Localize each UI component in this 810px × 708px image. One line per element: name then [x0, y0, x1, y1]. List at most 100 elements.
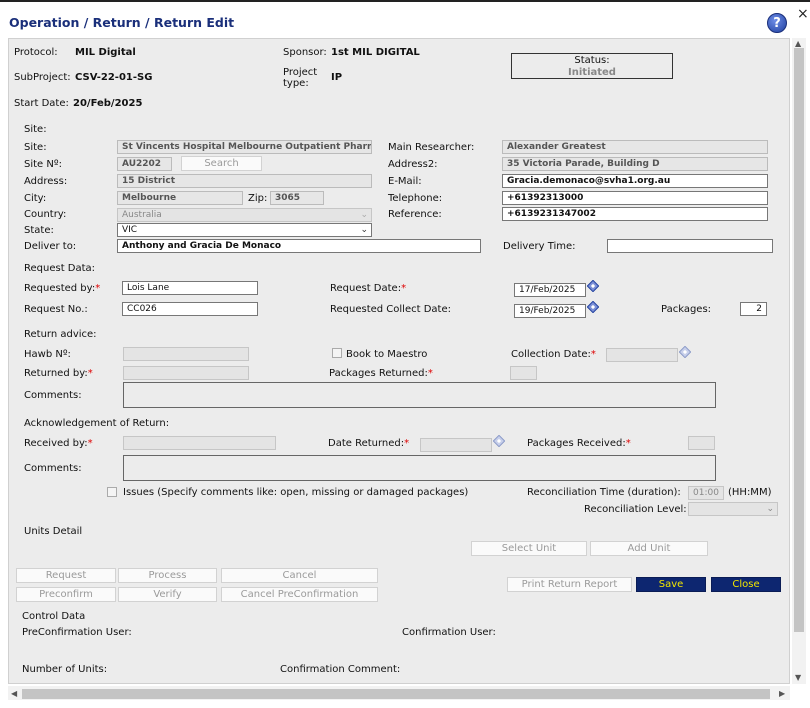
preconfirmation-user-label: PreConfirmation User: — [22, 627, 132, 638]
print-return-report-button[interactable]: Print Return Report — [507, 577, 632, 592]
vertical-scrollbar-thumb[interactable] — [794, 48, 804, 632]
email-input[interactable]: Gracia.demonaco@svha1.org.au — [502, 174, 768, 188]
calendar-icon[interactable] — [493, 435, 505, 447]
requested-by-label: Requested by: — [24, 283, 100, 294]
deliver-to-label: Deliver to: — [24, 241, 77, 252]
packages-returned-input[interactable] — [510, 366, 537, 380]
collect-date-label: Requested Collect Date: — [330, 304, 451, 315]
telephone-input[interactable]: +61392313000 — [502, 191, 768, 205]
book-to-maestro-label: Book to Maestro — [346, 349, 428, 360]
cancel-button[interactable]: Cancel — [221, 568, 378, 583]
scroll-up-icon[interactable]: ▲ — [795, 39, 801, 48]
telephone-label: Telephone: — [388, 193, 443, 204]
close-icon[interactable]: × — [797, 6, 809, 22]
cancel-preconfirmation-button[interactable]: Cancel PreConfirmation — [221, 587, 378, 602]
sponsor-value: 1st MIL DIGITAL — [331, 47, 420, 58]
collect-date-input[interactable]: 19/Feb/2025 — [514, 304, 586, 318]
help-icon[interactable]: ? — [767, 13, 787, 33]
return-comments-textarea[interactable] — [123, 382, 716, 408]
chevron-down-icon: ⌄ — [360, 210, 368, 220]
zip-field: 3065 — [270, 191, 324, 205]
scroll-down-icon[interactable]: ▼ — [795, 673, 801, 682]
calendar-icon[interactable] — [587, 301, 599, 313]
zip-label: Zip: — [248, 193, 268, 204]
request-no-input[interactable]: CC026 — [122, 302, 258, 316]
save-button[interactable]: Save — [636, 577, 706, 592]
hawb-input[interactable] — [123, 347, 249, 361]
delivery-time-label: Delivery Time: — [503, 241, 576, 252]
delivery-time-input[interactable] — [607, 239, 773, 253]
subproject-label: SubProject: — [14, 72, 71, 83]
packages-returned-label: Packages Returned: — [329, 368, 433, 379]
state-value: VIC — [122, 225, 138, 235]
calendar-icon[interactable] — [587, 280, 599, 292]
request-date-label: Request Date: — [330, 283, 406, 294]
chevron-down-icon: ⌄ — [360, 225, 368, 235]
collection-date-input[interactable] — [606, 348, 678, 362]
preconfirm-button[interactable]: Preconfirm — [16, 587, 116, 602]
request-button[interactable]: Request — [16, 568, 116, 583]
process-button[interactable]: Process — [118, 568, 217, 583]
email-label: E-Mail: — [388, 176, 422, 187]
select-unit-button[interactable]: Select Unit — [471, 541, 587, 556]
packages-label: Packages: — [661, 304, 712, 315]
site-section-label: Site: — [24, 124, 47, 135]
received-by-label: Received by: — [24, 438, 93, 449]
returned-by-input[interactable] — [123, 366, 249, 380]
requested-by-input[interactable]: Lois Lane — [122, 281, 258, 295]
calendar-icon[interactable] — [679, 346, 691, 358]
collection-date-label: Collection Date: — [511, 349, 596, 360]
start-date-value: 20/Feb/2025 — [73, 98, 143, 109]
chevron-down-icon: ⌄ — [766, 504, 774, 514]
state-select[interactable]: VIC ⌄ — [117, 223, 372, 237]
recon-time-input[interactable]: 01:00 — [688, 486, 724, 500]
reference-label: Reference: — [388, 209, 442, 220]
country-value: Australia — [122, 210, 162, 220]
recon-time-unit: (HH:MM) — [728, 487, 772, 498]
project-type-value: IP — [331, 72, 343, 83]
deliver-to-input[interactable]: Anthony and Gracia De Monaco — [117, 239, 481, 253]
packages-received-label: Packages Received: — [527, 438, 631, 449]
hawb-label: Hawb Nº: — [24, 349, 71, 360]
control-section-label: Control Data — [22, 611, 86, 622]
received-by-input[interactable] — [123, 436, 276, 450]
ack-comments-label: Comments: — [24, 463, 82, 474]
horizontal-scrollbar-thumb[interactable] — [22, 689, 770, 699]
site-label: Site: — [24, 142, 47, 153]
site-no-field: AU2202 — [117, 157, 172, 171]
return-advice-section-label: Return advice: — [24, 329, 97, 340]
request-date-input[interactable]: 17/Feb/2025 — [514, 283, 586, 297]
scroll-right-icon[interactable]: ▶ — [779, 689, 785, 698]
address2-field: 35 Victoria Parade, Building D — [502, 157, 768, 171]
recon-level-label: Reconciliation Level: — [584, 504, 687, 515]
window-title: Operation / Return / Return Edit — [9, 15, 235, 30]
address2-label: Address2: — [388, 159, 438, 170]
address-field: 15 District — [117, 174, 372, 188]
ack-comments-textarea[interactable] — [123, 455, 716, 481]
packages-received-input[interactable] — [688, 436, 715, 450]
state-label: State: — [24, 225, 54, 236]
issues-label: Issues (Specify comments like: open, mis… — [123, 487, 469, 498]
protocol-value: MIL Digital — [75, 47, 136, 58]
date-returned-input[interactable] — [420, 438, 492, 452]
search-button[interactable]: Search — [181, 156, 262, 171]
scroll-left-icon[interactable]: ◀ — [11, 689, 17, 698]
packages-input[interactable]: 2 — [740, 302, 767, 316]
country-label: Country: — [24, 209, 67, 220]
number-of-units-label: Number of Units: — [22, 664, 108, 675]
project-type-label-line2: type: — [283, 78, 309, 89]
book-to-maestro-checkbox[interactable] — [332, 348, 342, 358]
units-section-label: Units Detail — [24, 526, 83, 537]
reference-input[interactable]: +6139231347002 — [502, 207, 768, 221]
return-comments-label: Comments: — [24, 390, 82, 401]
add-unit-button[interactable]: Add Unit — [590, 541, 708, 556]
close-button[interactable]: Close — [711, 577, 781, 592]
site-no-label: Site Nº: — [24, 159, 62, 170]
address-label: Address: — [24, 176, 68, 187]
issues-checkbox[interactable] — [107, 487, 117, 497]
verify-button[interactable]: Verify — [118, 587, 217, 602]
recon-level-select[interactable]: ⌄ — [688, 502, 778, 516]
subproject-value: CSV-22-01-SG — [75, 72, 153, 83]
main-researcher-field: Alexander Greatest — [502, 140, 768, 154]
project-type-label-line1: Project — [283, 67, 318, 78]
